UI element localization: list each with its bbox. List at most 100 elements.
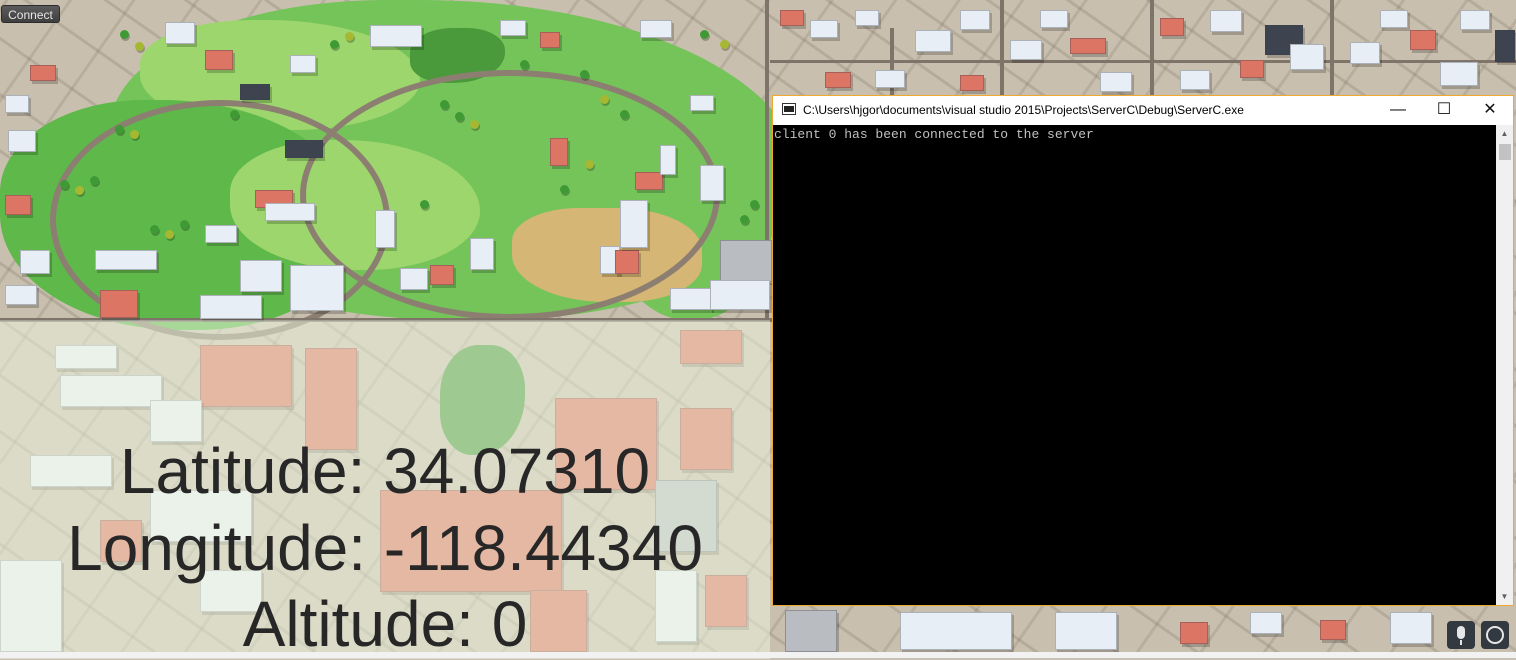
building bbox=[690, 95, 714, 111]
tree bbox=[455, 112, 464, 121]
building bbox=[100, 290, 138, 318]
building bbox=[550, 138, 568, 166]
building bbox=[500, 20, 526, 36]
building bbox=[1380, 10, 1408, 28]
tree bbox=[700, 30, 709, 39]
tree bbox=[130, 130, 139, 139]
building bbox=[1160, 18, 1184, 36]
tree bbox=[230, 110, 239, 119]
building bbox=[5, 195, 31, 215]
building bbox=[20, 250, 50, 274]
tree bbox=[740, 215, 749, 224]
tree bbox=[585, 160, 594, 169]
building bbox=[710, 280, 770, 310]
building bbox=[165, 22, 195, 44]
scroll-down-arrow-icon[interactable]: ▼ bbox=[1496, 588, 1513, 605]
building bbox=[205, 225, 237, 243]
building bbox=[1410, 30, 1436, 50]
building bbox=[1320, 620, 1346, 640]
cortana-ring bbox=[1486, 626, 1504, 644]
tree bbox=[135, 42, 144, 51]
building bbox=[640, 20, 672, 38]
building bbox=[470, 238, 494, 270]
building bbox=[635, 172, 663, 190]
building bbox=[30, 65, 56, 81]
building bbox=[540, 32, 560, 48]
building bbox=[285, 140, 323, 158]
road bbox=[770, 60, 1516, 63]
building bbox=[1070, 38, 1106, 54]
building bbox=[240, 260, 282, 292]
building bbox=[780, 10, 804, 26]
building bbox=[1460, 10, 1490, 30]
tree bbox=[440, 100, 449, 109]
console-titlebar[interactable]: C:\Users\hjgor\documents\visual studio 2… bbox=[773, 96, 1513, 125]
close-button[interactable]: ✕ bbox=[1467, 96, 1513, 125]
tree bbox=[470, 120, 479, 129]
cortana-icon[interactable] bbox=[1481, 621, 1509, 649]
building bbox=[265, 203, 315, 221]
building bbox=[620, 200, 648, 248]
building bbox=[8, 130, 36, 152]
building bbox=[95, 250, 157, 270]
building bbox=[875, 70, 905, 88]
building bbox=[375, 210, 395, 248]
building bbox=[855, 10, 879, 26]
tree bbox=[330, 40, 339, 49]
building bbox=[1290, 44, 1324, 70]
building bbox=[960, 75, 984, 91]
building bbox=[1055, 612, 1117, 650]
scroll-up-arrow-icon[interactable]: ▲ bbox=[1496, 125, 1513, 142]
tree bbox=[580, 70, 589, 79]
building bbox=[1440, 62, 1478, 86]
console-window[interactable]: C:\Users\hjgor\documents\visual studio 2… bbox=[772, 95, 1514, 606]
microphone-icon[interactable] bbox=[1447, 621, 1475, 649]
building bbox=[1180, 622, 1208, 644]
tree bbox=[90, 176, 99, 185]
console-output-area[interactable]: client 0 has been connected to the serve… bbox=[773, 125, 1496, 605]
tree bbox=[420, 200, 429, 209]
building bbox=[1100, 72, 1132, 92]
building bbox=[430, 265, 454, 285]
building bbox=[900, 612, 1012, 650]
road bbox=[1000, 0, 1004, 98]
building bbox=[1250, 612, 1282, 634]
scrollbar-thumb[interactable] bbox=[1499, 144, 1511, 160]
building bbox=[1010, 40, 1042, 60]
tree bbox=[620, 110, 629, 119]
building bbox=[670, 288, 712, 310]
tree bbox=[560, 185, 569, 194]
tree bbox=[600, 95, 609, 104]
tree bbox=[720, 40, 729, 49]
tree bbox=[345, 32, 354, 41]
road bbox=[1150, 0, 1154, 98]
building bbox=[200, 295, 262, 319]
road bbox=[1330, 0, 1334, 98]
connect-button[interactable]: Connect bbox=[1, 5, 60, 23]
tree bbox=[115, 125, 124, 134]
console-app-icon bbox=[782, 103, 796, 115]
tree bbox=[60, 180, 69, 189]
building bbox=[720, 240, 772, 282]
tree bbox=[165, 230, 174, 239]
minimize-button[interactable]: — bbox=[1375, 96, 1421, 125]
tree bbox=[150, 225, 159, 234]
building bbox=[960, 10, 990, 30]
building bbox=[1495, 30, 1515, 62]
altitude-readout: Altitude: 0 bbox=[242, 588, 528, 660]
vertical-scrollbar[interactable]: ▲ ▼ bbox=[1496, 125, 1513, 605]
building bbox=[240, 84, 270, 100]
tree bbox=[120, 30, 129, 39]
building bbox=[205, 50, 233, 70]
building bbox=[615, 250, 639, 274]
building bbox=[1390, 612, 1432, 644]
building bbox=[810, 20, 838, 38]
tree bbox=[75, 186, 84, 195]
building bbox=[660, 145, 676, 175]
building bbox=[1240, 60, 1264, 78]
building bbox=[1350, 42, 1380, 64]
building bbox=[1210, 10, 1242, 32]
longitude-readout: Longitude: -118.44340 bbox=[67, 512, 703, 584]
maximize-button[interactable]: ☐ bbox=[1421, 96, 1467, 125]
window-bottom-edge bbox=[0, 652, 1516, 658]
